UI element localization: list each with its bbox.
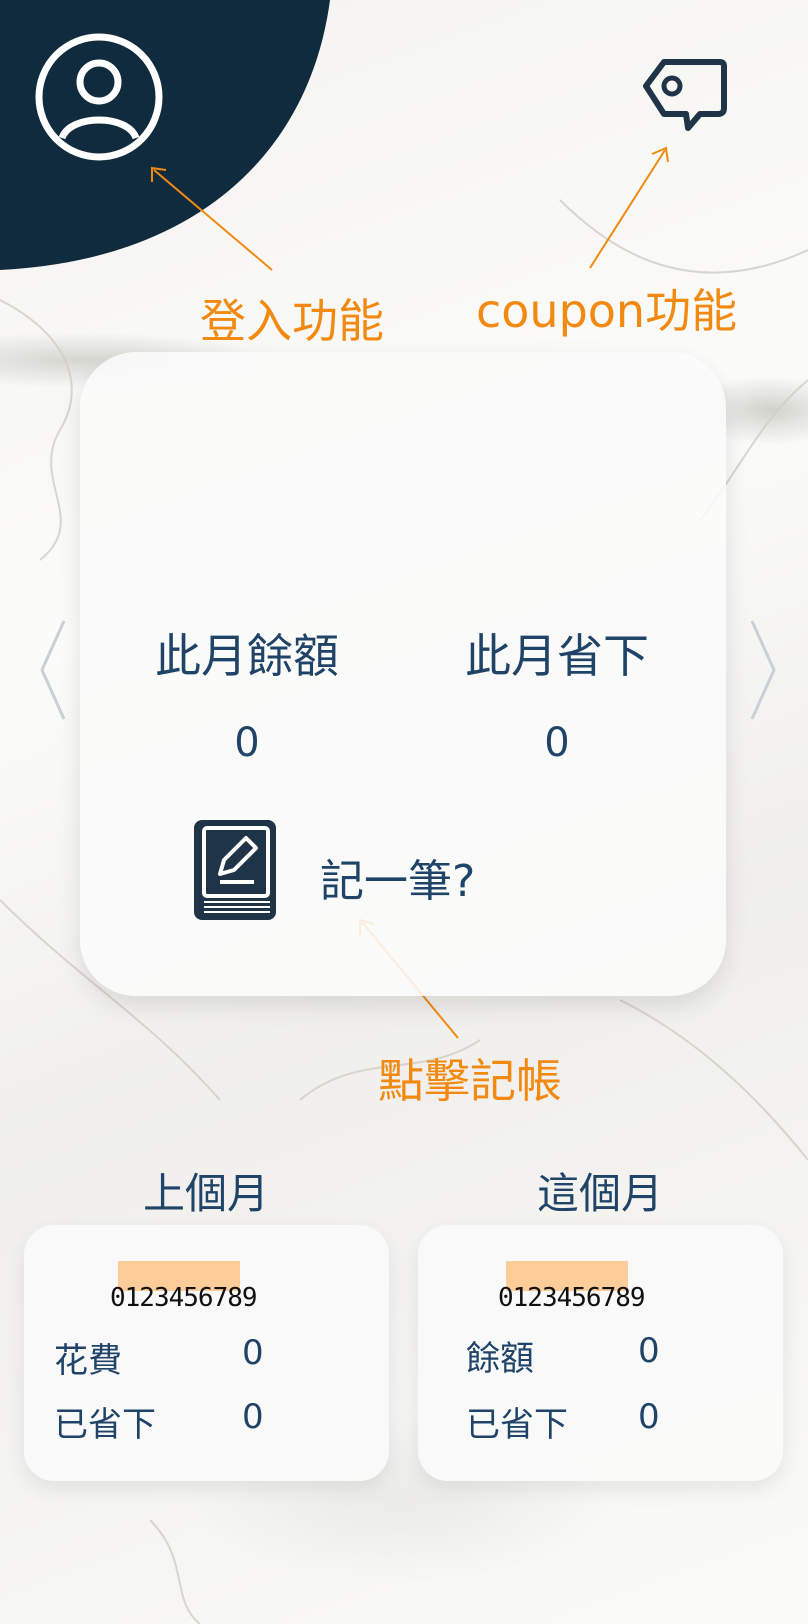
- balance-label: 餘額: [466, 1339, 534, 1379]
- spent-value: 0: [242, 1333, 264, 1373]
- this-month-title: 這個月: [536, 1169, 663, 1218]
- saved-label: 已省下: [54, 1405, 156, 1445]
- chevron-left-icon[interactable]: [38, 615, 78, 725]
- annotation-record: 點擊記帳: [378, 1054, 562, 1108]
- chevron-right-icon[interactable]: [738, 615, 778, 725]
- annotation-coupon: coupon功能: [476, 284, 738, 338]
- saved-label: 已省下: [466, 1405, 568, 1445]
- notebook-edit-icon[interactable]: [190, 816, 280, 924]
- saved-label: 此月省下: [465, 629, 649, 683]
- spent-label: 花費: [54, 1341, 122, 1381]
- this-month-card[interactable]: 0123456789 餘額 0 已省下 0: [418, 1225, 783, 1481]
- annotation-login: 登入功能: [200, 294, 384, 348]
- coupon-tag-icon[interactable]: [636, 50, 728, 142]
- last-month-card[interactable]: 0123456789 花費 0 已省下 0: [24, 1225, 389, 1481]
- saved-value: 0: [242, 1397, 264, 1437]
- balance-label: 此月餘額: [155, 629, 339, 683]
- garbled-text: 0123456789: [110, 1285, 258, 1307]
- last-month-title: 上個月: [142, 1169, 269, 1218]
- balance-value: 0: [234, 720, 260, 766]
- balance-value: 0: [638, 1331, 660, 1371]
- saved-value: 0: [544, 720, 570, 766]
- garbled-text: 0123456789: [498, 1285, 646, 1307]
- saved-value: 0: [638, 1397, 660, 1437]
- user-circle-icon[interactable]: [34, 32, 164, 162]
- record-entry-link[interactable]: 記一筆?: [320, 845, 475, 909]
